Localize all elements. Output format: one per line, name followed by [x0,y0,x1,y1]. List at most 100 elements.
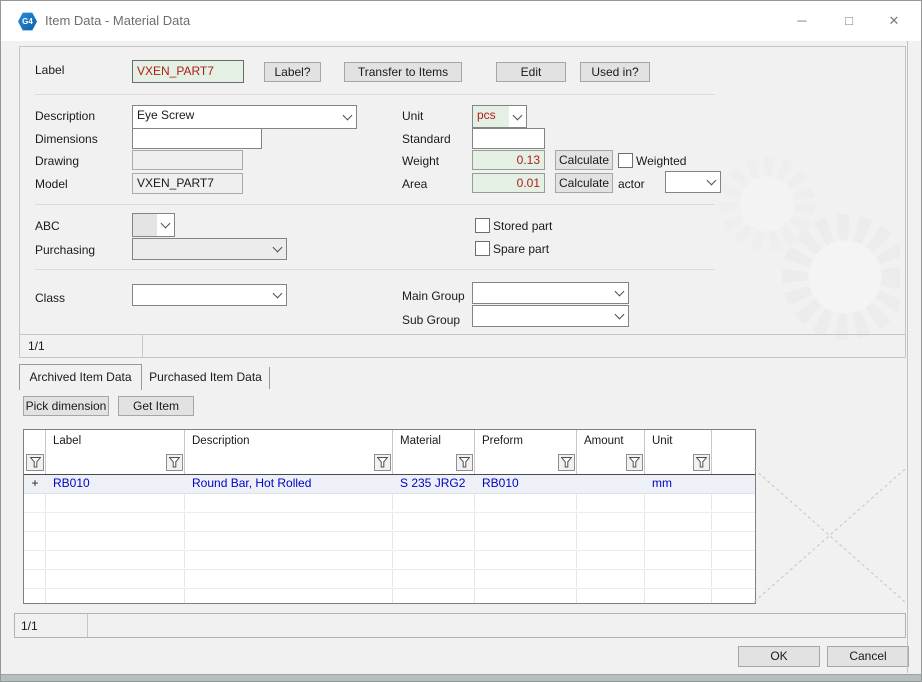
factor-combobox[interactable] [665,171,721,193]
standard-label: Standard [402,132,451,146]
column-header-material[interactable]: Material [393,430,475,452]
drawing-input [132,150,243,170]
purchasing-combobox[interactable] [132,238,287,260]
chevron-down-icon[interactable] [703,172,720,192]
cancel-button[interactable]: Cancel [827,646,909,667]
funnel-icon[interactable] [374,454,391,471]
main-group-value [473,283,611,303]
tab-purchased-item-data[interactable]: Purchased Item Data [142,367,270,389]
spare-part-checkbox[interactable] [475,241,490,256]
minimize-icon[interactable]: ─ [786,6,818,36]
class-label: Class [35,291,66,305]
funnel-icon[interactable] [693,454,710,471]
empty-table-row [24,589,755,603]
right-frame-groove [907,41,908,673]
row-unit: mm [652,476,672,490]
standard-input[interactable] [472,128,545,149]
transfer-to-items-button[interactable]: Transfer to Items [344,62,462,82]
empty-table-row [24,551,755,570]
divider [142,335,143,357]
spare-part-label: Spare part [493,242,550,256]
weight-label: Weight [402,154,440,168]
unit-combobox[interactable]: pcs [472,105,527,128]
area-field: 0.01 [472,173,545,193]
chevron-down-icon[interactable] [339,106,356,128]
stored-part-label: Stored part [493,219,553,233]
chevron-down-icon[interactable] [269,285,286,305]
column-header-unit[interactable]: Unit [645,430,712,452]
stored-part-checkbox[interactable] [475,218,490,233]
description-label: Description [35,109,96,123]
window-title: Item Data - Material Data [45,13,191,28]
factor-label: actor [618,177,645,191]
drawing-label: Drawing [35,154,80,168]
table-record-bar: 1/1 [14,613,906,638]
column-header-amount[interactable]: Amount [577,430,645,452]
unit-value: pcs [473,106,509,127]
weighted-checkbox[interactable] [618,153,633,168]
maximize-icon[interactable]: □ [833,6,865,36]
table-row[interactable]: + RB010 Round Bar, Hot Rolled S 235 JRG2… [24,475,755,494]
purchasing-label: Purchasing [35,243,96,257]
calculate-area-button[interactable]: Calculate [555,173,613,193]
main-group-combobox[interactable] [472,282,629,304]
pick-dimension-button[interactable]: Pick dimension [23,396,109,416]
chevron-down-icon[interactable] [269,239,286,259]
tab-archived-item-data[interactable]: Archived Item Data [19,364,142,390]
description-combobox[interactable]: Eye Screw [132,105,357,129]
chevron-down-icon[interactable] [611,283,628,303]
close-icon[interactable]: ✕ [878,6,910,36]
label-question-button[interactable]: Label? [264,62,321,82]
bottom-accent-strip [1,674,921,681]
empty-table-row [24,494,755,513]
row-expand-toggle[interactable]: + [24,475,46,493]
row-description: Round Bar, Hot Rolled [192,476,312,490]
class-value [133,285,269,305]
empty-table-row [24,513,755,532]
sub-group-label: Sub Group [402,313,461,327]
table-filter-row [24,452,755,475]
chevron-down-icon[interactable] [611,306,628,326]
column-header-preform[interactable]: Preform [475,430,577,452]
divider [87,614,88,637]
table-header-row: Label Description Material Preform Amoun… [24,430,755,452]
column-header-label[interactable]: Label [46,430,185,452]
dimensions-label: Dimensions [35,132,98,146]
calculate-weight-button[interactable]: Calculate [555,150,613,170]
row-material: S 235 JRG2 [400,476,466,490]
factor-value [666,172,703,192]
chevron-down-icon[interactable] [157,214,174,236]
sub-group-value [473,306,611,326]
empty-table-row [24,570,755,589]
item-data-dialog: G4 Item Data - Material Data ─ □ ✕ Label… [0,0,922,682]
funnel-icon[interactable] [166,454,183,471]
separator [35,269,715,270]
model-label: Model [35,177,68,191]
preview-placeholder [754,469,905,602]
chevron-down-icon[interactable] [509,106,526,127]
class-combobox[interactable] [132,284,287,306]
edit-button[interactable]: Edit [496,62,566,82]
app-logo-icon: G4 [18,12,37,31]
label-input[interactable]: VXEN_PART7 [132,60,244,83]
dimensions-input[interactable] [132,128,262,149]
funnel-icon[interactable] [626,454,643,471]
area-label: Area [402,177,428,191]
weight-field: 0.13 [472,150,545,170]
expand-column-header [24,430,46,452]
ok-button[interactable]: OK [738,646,820,667]
column-header-description[interactable]: Description [185,430,393,452]
get-item-button[interactable]: Get Item [118,396,194,416]
funnel-icon[interactable] [558,454,575,471]
column-header-filler [712,430,755,452]
description-value: Eye Screw [137,108,195,122]
abc-label: ABC [35,219,60,233]
main-group-label: Main Group [402,289,465,303]
used-in-button[interactable]: Used in? [580,62,650,82]
funnel-icon[interactable] [456,454,473,471]
title-bar: G4 Item Data - Material Data ─ □ ✕ [1,1,921,41]
abc-combobox[interactable] [132,213,175,237]
item-data-group: Label VXEN_PART7 Label? Transfer to Item… [19,46,906,358]
sub-group-combobox[interactable] [472,305,629,327]
funnel-icon[interactable] [26,454,44,471]
